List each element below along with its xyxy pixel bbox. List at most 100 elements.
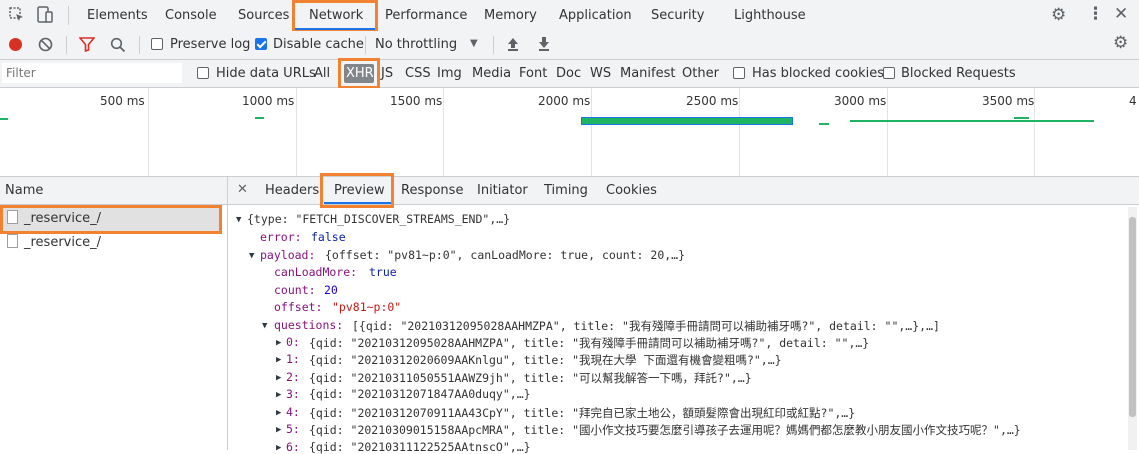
json-index: 0: (286, 335, 300, 349)
collapse-triangle-icon[interactable]: ▶ (276, 390, 281, 400)
json-key: payload: (260, 248, 316, 262)
timeline-tick-label: 2000 ms (538, 94, 591, 108)
preserve-log-checkbox[interactable] (151, 38, 163, 50)
tab-cookies[interactable]: Cookies (606, 183, 657, 198)
inspect-element-icon[interactable] (9, 7, 25, 26)
tab-application[interactable]: Application (559, 0, 632, 31)
tab-memory[interactable]: Memory (484, 0, 537, 31)
name-column-header[interactable]: Name (5, 183, 43, 198)
timeline-request-bar (0, 118, 8, 120)
disable-cache-label: Disable cache (273, 37, 364, 52)
type-filter-xhr-label: XHR (346, 66, 374, 81)
collapse-triangle-icon[interactable]: ▶ (276, 425, 281, 435)
collapse-triangle-icon[interactable]: ▶ (276, 443, 281, 453)
preview-scrollbar-thumb[interactable] (1129, 217, 1136, 417)
json-index: 2: (286, 370, 300, 384)
timeline-tick-label: 3000 ms (834, 94, 887, 108)
tab-headers[interactable]: Headers (265, 183, 319, 198)
type-filter-js[interactable]: JS (381, 66, 393, 81)
filter-input[interactable] (2, 63, 182, 83)
collapse-triangle-icon[interactable]: ▶ (276, 408, 281, 418)
tab-sources[interactable]: Sources (238, 0, 289, 31)
file-icon (7, 234, 18, 248)
network-toolbar: Preserve log Disable cache No throttling… (0, 31, 1139, 60)
type-filter-ws[interactable]: WS (590, 66, 611, 81)
json-index: 1: (286, 352, 300, 366)
search-icon[interactable] (110, 37, 126, 56)
chevron-down-icon[interactable]: ▼ (470, 39, 478, 49)
has-blocked-cookies-label: Has blocked cookies (752, 66, 885, 81)
tab-lighthouse[interactable]: Lighthouse (734, 0, 806, 31)
expand-triangle-icon[interactable]: ▼ (249, 251, 254, 261)
device-toolbar-icon[interactable] (37, 6, 53, 27)
json-key: questions: (274, 318, 344, 332)
json-value: 20 (324, 283, 338, 297)
timeline-tick-label: 4 (1129, 94, 1137, 108)
json-value: "pv81~p:0" (332, 300, 402, 314)
has-blocked-cookies-checkbox[interactable] (733, 67, 745, 79)
json-key: canLoadMore: (274, 265, 358, 279)
expand-triangle-icon[interactable]: ▼ (262, 321, 267, 331)
timeline-request-bar (850, 120, 1094, 122)
tab-security[interactable]: Security (651, 0, 704, 31)
export-har-icon[interactable] (537, 36, 551, 55)
type-filter-manifest[interactable]: Manifest (620, 66, 675, 81)
json-key: count: (274, 283, 316, 297)
type-filter-img[interactable]: Img (437, 66, 462, 81)
settings-gear-icon[interactable]: ⚙ (1051, 7, 1066, 24)
devtools-tab-bar: Elements Console Sources Network Perform… (0, 0, 1139, 32)
json-item: {qid: "20210311050551AAWZ9jh", title: "可… (309, 371, 752, 385)
request-name[interactable]: _reservice_/ (24, 235, 101, 250)
tab-elements[interactable]: Elements (87, 0, 148, 31)
tab-timing[interactable]: Timing (544, 183, 588, 198)
type-filter-all[interactable]: All (314, 66, 330, 81)
tab-initiator[interactable]: Initiator (477, 183, 528, 198)
tab-response[interactable]: Response (401, 183, 463, 198)
timeline-gridline (739, 88, 740, 176)
timeline-gridline (591, 88, 592, 176)
tab-performance[interactable]: Performance (385, 0, 467, 31)
collapse-triangle-icon[interactable]: ▶ (276, 355, 281, 365)
type-filter-media[interactable]: Media (472, 66, 511, 81)
clear-icon[interactable] (38, 37, 53, 55)
throttling-select[interactable]: No throttling (375, 37, 457, 52)
timeline-tick-label: 1500 ms (390, 94, 443, 108)
type-filter-font[interactable]: Font (519, 66, 547, 81)
disable-cache-checkbox[interactable] (255, 38, 267, 50)
timeline-gridline (148, 88, 149, 176)
record-icon[interactable] (9, 38, 22, 51)
json-summary: {offset: "pv81~p:0", canLoadMore: true, … (325, 248, 686, 262)
type-filter-css[interactable]: CSS (405, 66, 431, 81)
network-settings-icon[interactable]: ⚙ (1113, 35, 1128, 52)
json-item: {qid: "20210312095028AAHMZPA", title: "我… (309, 336, 870, 350)
json-value: false (311, 230, 346, 244)
hide-data-urls-checkbox[interactable] (197, 67, 209, 79)
close-detail-icon[interactable]: ✕ (237, 183, 248, 196)
filter-bar: Hide data URLs All XHR JS CSS Img Media … (0, 60, 1139, 88)
more-options-icon[interactable]: ⋮ (1087, 6, 1104, 23)
collapse-triangle-icon[interactable]: ▶ (276, 338, 281, 348)
json-root: {type: "FETCH_DISCOVER_STREAMS_END",…} (247, 212, 511, 226)
json-item: {qid: "20210311122525AAtnscO",…} (309, 440, 531, 454)
close-devtools-icon[interactable]: ✕ (1114, 6, 1128, 23)
type-filter-doc[interactable]: Doc (556, 66, 581, 81)
import-har-icon[interactable] (506, 36, 520, 55)
collapse-triangle-icon[interactable]: ▶ (276, 373, 281, 383)
blocked-requests-label: Blocked Requests (901, 66, 1016, 81)
tab-preview[interactable]: Preview (334, 183, 385, 198)
timeline-overview[interactable]: 500 ms 1000 ms 1500 ms 2000 ms 2500 ms 3… (0, 88, 1139, 177)
json-index: 4: (286, 405, 300, 419)
expand-triangle-icon[interactable]: ▼ (236, 215, 241, 225)
filter-icon[interactable] (78, 37, 96, 55)
tab-network[interactable]: Network (309, 0, 363, 31)
timeline-tick-label: 500 ms (100, 94, 145, 108)
request-detail: ✕ Headers Preview Response Initiator Tim… (228, 177, 1139, 454)
timeline-tick-label: 1000 ms (242, 94, 295, 108)
tab-console[interactable]: Console (165, 0, 217, 31)
blocked-requests-checkbox[interactable] (883, 67, 895, 79)
timeline-gridline (443, 88, 444, 176)
hide-data-urls-label: Hide data URLs (216, 66, 316, 81)
timeline-request-bar (819, 123, 829, 125)
type-filter-other[interactable]: Other (682, 66, 719, 81)
timeline-selected-request (581, 117, 793, 125)
